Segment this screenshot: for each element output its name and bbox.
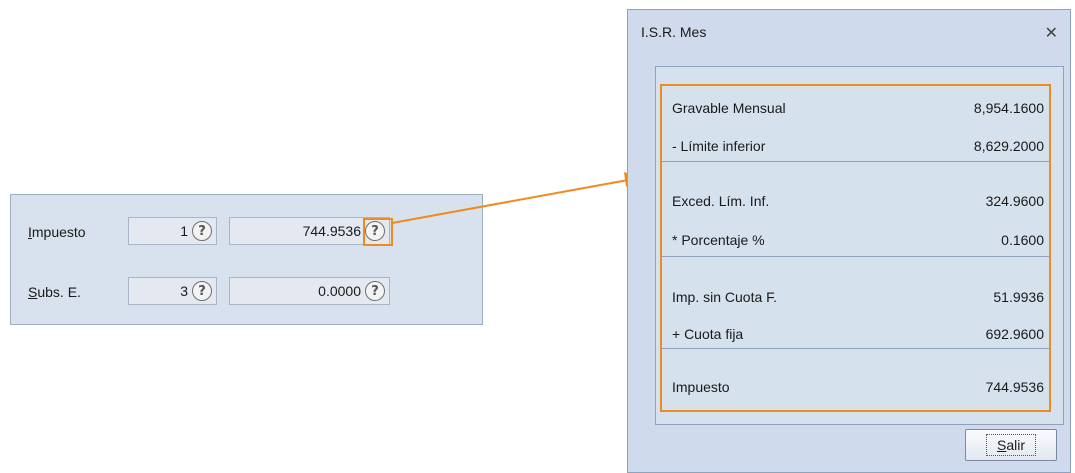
subsidio-row: Subs. E. 3 ? 0.0000 ?	[11, 277, 482, 305]
result-value: 744.9536	[985, 379, 1044, 395]
subsidio-amount-value: 0.0000	[318, 283, 361, 299]
section-divider	[662, 256, 1049, 257]
result-value: 8,629.2000	[973, 138, 1044, 154]
impuesto-code-value: 1	[180, 223, 188, 239]
subsidio-code-field[interactable]: 3 ?	[128, 277, 217, 305]
result-label: Impuesto	[672, 379, 730, 395]
result-row: Imp. sin Cuota F. 51.9936	[662, 277, 1049, 317]
result-label: Gravable Mensual	[672, 100, 786, 116]
result-row: * Porcentaje % 0.1600	[662, 220, 1049, 260]
result-label: Exced. Lím. Inf.	[672, 193, 770, 209]
subsidio-label: Subs. E.	[28, 284, 81, 300]
impuesto-code-field[interactable]: 1 ?	[128, 217, 217, 245]
dialog-title: I.S.R. Mes	[641, 24, 707, 40]
result-value: 324.9600	[985, 193, 1044, 209]
impuesto-amount-value: 744.9536	[302, 223, 361, 239]
subsidio-code-value: 3	[180, 283, 188, 299]
subsidio-amount-field[interactable]: 0.0000 ?	[229, 277, 390, 305]
help-icon[interactable]: ?	[365, 281, 385, 301]
impuesto-label: Impuesto	[28, 224, 86, 240]
result-value: 692.9600	[985, 326, 1044, 342]
isr-calculation-box: Gravable Mensual 8,954.1600 - Límite inf…	[660, 84, 1051, 412]
salir-label: Salir	[985, 434, 1036, 456]
result-label: Imp. sin Cuota F.	[672, 289, 778, 305]
help-icon[interactable]: ?	[192, 221, 212, 241]
impuesto-row: Impuesto 1 ? 744.9536 ?	[11, 217, 482, 245]
result-value: 0.1600	[1001, 232, 1044, 248]
result-value: 51.9936	[993, 289, 1044, 305]
result-label: + Cuota fija	[672, 326, 744, 342]
result-row-total: Impuesto 744.9536	[662, 367, 1049, 407]
salir-button[interactable]: Salir	[965, 429, 1057, 461]
close-icon[interactable]: ✕	[1045, 23, 1058, 42]
help-icon-highlight	[363, 218, 393, 246]
result-value: 8,954.1600	[973, 100, 1044, 116]
result-row: Exced. Lím. Inf. 324.9600	[662, 181, 1049, 221]
result-row: - Límite inferior 8,629.2000	[662, 126, 1049, 166]
result-row: Gravable Mensual 8,954.1600	[662, 88, 1049, 128]
dialog-titlebar: I.S.R. Mes ✕	[628, 10, 1070, 54]
section-divider	[662, 161, 1049, 162]
result-label: * Porcentaje %	[672, 232, 765, 248]
help-icon[interactable]: ?	[192, 281, 212, 301]
result-label: - Límite inferior	[672, 138, 766, 154]
section-divider	[662, 348, 1049, 349]
tax-form-panel: Impuesto 1 ? 744.9536 ? Subs. E. 3 ? 0.0…	[10, 194, 483, 325]
